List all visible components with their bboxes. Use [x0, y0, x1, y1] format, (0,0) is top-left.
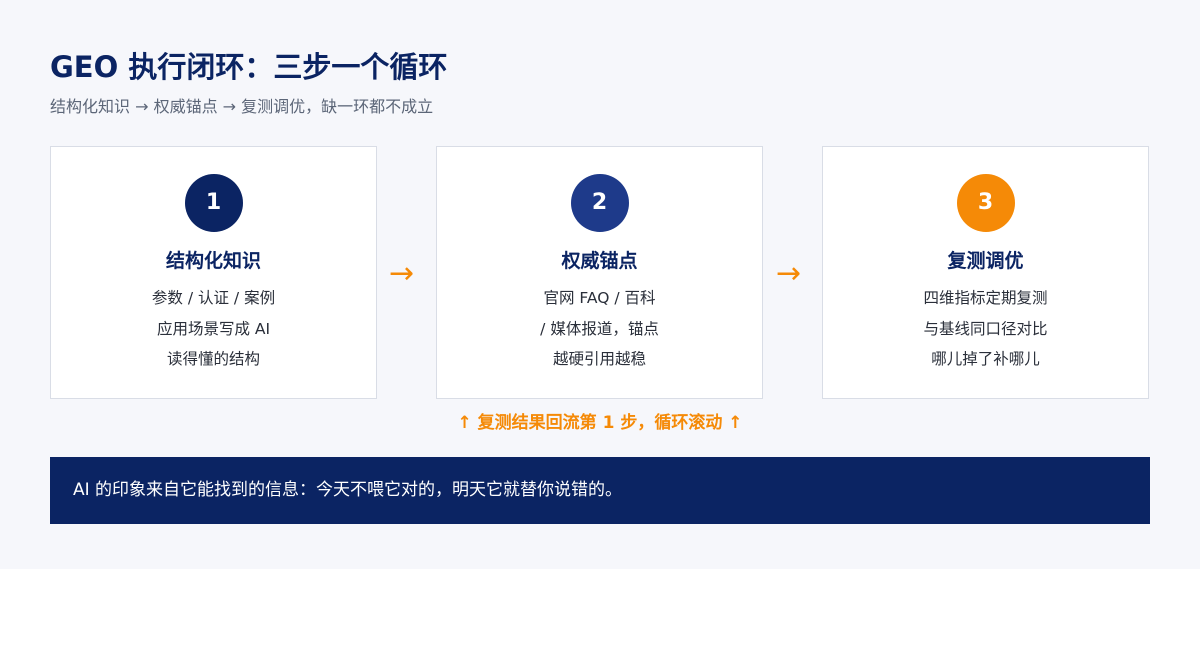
step-number-badge: 1	[184, 174, 243, 232]
step-line: 官网 FAQ / 百科	[543, 289, 656, 307]
step-card-1: 1 结构化知识 参数 / 认证 / 案例 应用场景写成 AI 读得懂的结构	[50, 146, 377, 399]
loop-note: ↑ 复测结果回流第 1 步，循环滚动 ↑	[457, 413, 743, 433]
page-subtitle: 结构化知识 → 权威锚点 → 复测调优，缺一环都不成立	[50, 97, 434, 116]
step-line: 四维指标定期复测	[923, 289, 1048, 307]
arrow-right-icon: →	[389, 256, 415, 291]
step-line: / 媒体报道，锚点	[540, 319, 659, 338]
step-line: 参数 / 认证 / 案例	[151, 289, 276, 307]
step-description: 官网 FAQ / 百科 / 媒体报道，锚点 越硬引用越稳	[437, 286, 762, 378]
step-number-badge: 2	[570, 174, 629, 232]
step-number-badge: 3	[956, 174, 1015, 232]
page-title: GEO 执行闭环：三步一个循环	[50, 50, 448, 84]
step-line: 哪儿掉了补哪儿	[931, 350, 1040, 368]
arrow-right-icon: →	[776, 256, 802, 291]
banner-text: AI 的印象来自它能找到的信息：今天不喂它对的，明天它就替你说错的。	[73, 480, 623, 500]
quote-banner: AI 的印象来自它能找到的信息：今天不喂它对的，明天它就替你说错的。	[50, 457, 1150, 524]
step-card-2: 2 权威锚点 官网 FAQ / 百科 / 媒体报道，锚点 越硬引用越稳	[436, 146, 763, 399]
step-title: 复测调优	[947, 250, 1024, 272]
slide: GEO 执行闭环：三步一个循环 结构化知识 → 权威锚点 → 复测调优，缺一环都…	[0, 0, 1200, 569]
step-description: 参数 / 认证 / 案例 应用场景写成 AI 读得懂的结构	[51, 286, 376, 378]
step-title: 权威锚点	[561, 250, 638, 272]
step-line: 应用场景写成 AI	[156, 319, 271, 338]
step-line: 与基线同口径对比	[923, 319, 1048, 338]
step-card-3: 3 复测调优 四维指标定期复测 与基线同口径对比 哪儿掉了补哪儿	[822, 146, 1149, 399]
step-line: 读得懂的结构	[166, 350, 260, 368]
step-line: 越硬引用越稳	[552, 350, 646, 368]
step-title: 结构化知识	[165, 250, 261, 272]
step-description: 四维指标定期复测 与基线同口径对比 哪儿掉了补哪儿	[823, 286, 1148, 378]
